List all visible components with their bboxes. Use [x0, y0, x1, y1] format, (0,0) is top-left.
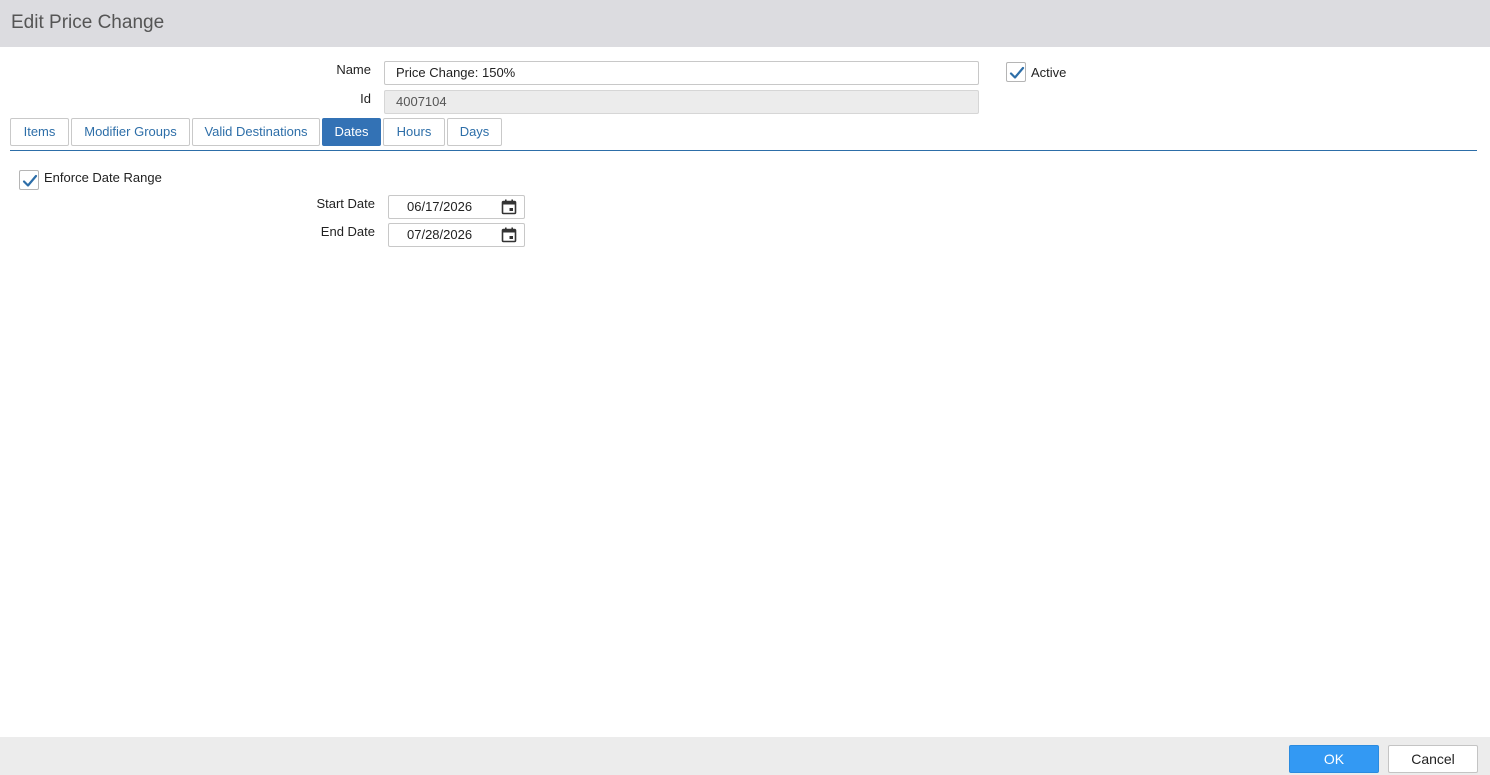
cancel-button[interactable]: Cancel — [1388, 745, 1478, 773]
tab-modifier-groups[interactable]: Modifier Groups — [71, 118, 190, 146]
calendar-icon[interactable] — [501, 199, 517, 215]
tab-hours[interactable]: Hours — [383, 118, 445, 146]
id-field: 4007104 — [384, 90, 979, 114]
name-input[interactable]: Price Change: 150% — [384, 61, 979, 85]
check-icon — [22, 174, 38, 187]
dialog-title: Edit Price Change — [11, 12, 165, 33]
start-date-label: Start Date — [316, 196, 375, 211]
active-label: Active — [1031, 65, 1067, 80]
end-date-value[interactable]: 07/28/2026 — [407, 227, 472, 242]
start-date-picker[interactable]: 06/17/2026 — [388, 195, 525, 219]
dialog-footer — [0, 737, 1490, 775]
start-date-value[interactable]: 06/17/2026 — [407, 199, 472, 214]
name-label: Name — [336, 62, 371, 77]
end-date-label: End Date — [320, 224, 375, 239]
enforce-date-range-label: Enforce Date Range — [44, 170, 162, 185]
tab-divider — [10, 150, 1477, 151]
check-icon — [1009, 66, 1025, 79]
ok-button[interactable]: OK — [1289, 745, 1379, 773]
calendar-icon[interactable] — [501, 227, 517, 243]
tab-dates[interactable]: Dates — [322, 118, 381, 146]
enforce-date-range-checkbox[interactable] — [19, 170, 39, 190]
id-label: Id — [360, 91, 371, 106]
title-bar: Edit Price Change — [0, 0, 1490, 47]
tab-items[interactable]: Items — [10, 118, 69, 146]
tab-days[interactable]: Days — [447, 118, 502, 146]
end-date-picker[interactable]: 07/28/2026 — [388, 223, 525, 247]
active-checkbox[interactable] — [1006, 62, 1026, 82]
tab-valid-destinations[interactable]: Valid Destinations — [192, 118, 320, 146]
edit-price-change-dialog: Edit Price Change Name Price Change: 150… — [0, 0, 1490, 775]
